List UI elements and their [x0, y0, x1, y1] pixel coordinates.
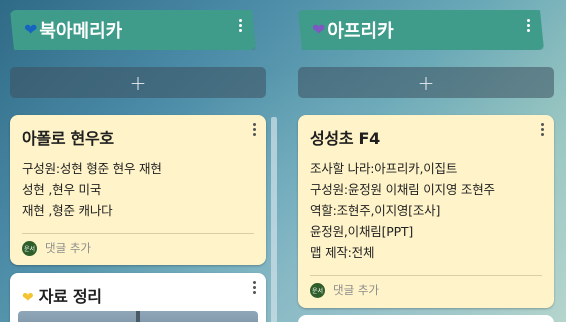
post-body: 구성원:성현 형준 현우 재현 성현 ,현우 미국 재현 ,형준 캐나다 [22, 158, 254, 221]
avatar: 운서 [22, 240, 37, 256]
plus-icon: + [417, 70, 435, 95]
post-line: 역할:조현주,이지영[조사] [310, 203, 441, 218]
post-line: 재현 ,형준 캐나다 [22, 203, 113, 218]
post-menu-icon[interactable] [540, 123, 544, 136]
post-card[interactable]: 아폴로 현우호 구성원:성현 형준 현우 재현 성현 ,현우 미국 재현 ,형준… [10, 115, 266, 265]
post-image[interactable] [18, 311, 258, 322]
post-line: 조사할 나라:아프리카,이집트 [310, 161, 458, 176]
add-post-button[interactable]: + [10, 67, 266, 98]
purple-heart-icon: ❤ [312, 20, 326, 39]
post-line: 윤정원,이채림[PPT] [310, 224, 414, 239]
post-menu-icon[interactable] [252, 281, 256, 294]
yellow-heart-icon: ❤ [22, 290, 34, 306]
column-header[interactable]: ❤ 아프리카 [298, 10, 544, 50]
add-comment-label: 댓글 추가 [333, 283, 379, 297]
post-title: 성성초 F4 [310, 129, 380, 148]
add-post-button[interactable]: + [298, 67, 554, 98]
post-card[interactable]: 성성초 F4 조사할 나라:아프리카,이집트 구성원:윤정원 이채림 이지영 조… [298, 115, 554, 308]
add-comment-label: 댓글 추가 [45, 241, 91, 255]
plus-icon: + [129, 70, 147, 95]
post-line: 구성원:성현 형준 현우 재현 [22, 161, 162, 176]
post-body: 조사할 나라:아프리카,이집트 구성원:윤정원 이채림 이지영 조현주 역할:조… [310, 158, 542, 263]
add-comment-row[interactable]: 운서 댓글 추가 [310, 276, 542, 304]
avatar: 운서 [310, 282, 325, 298]
blue-heart-icon: ❤ [24, 20, 38, 39]
post-card-partial[interactable] [298, 315, 554, 322]
column-menu-icon[interactable] [238, 19, 242, 32]
column-africa: ❤ 아프리카 + [298, 10, 554, 98]
post-card[interactable]: ❤ 자료 정리 [10, 273, 266, 322]
scrollbar[interactable] [271, 117, 277, 322]
column-north-america: ❤ 북아메리카 + [10, 10, 266, 98]
column-title: 아프리카 [327, 21, 394, 42]
post-line: 맵 제작:전체 [310, 245, 375, 260]
post-title: ❤ 자료 정리 [22, 287, 102, 306]
post-menu-icon[interactable] [252, 123, 256, 136]
post-line: 구성원:윤정원 이채림 이지영 조현주 [310, 182, 495, 197]
column-menu-icon[interactable] [526, 19, 530, 32]
add-comment-row[interactable]: 운서 댓글 추가 [22, 234, 254, 262]
column-title: 북아메리카 [39, 21, 123, 42]
post-line: 성현 ,현우 미국 [22, 182, 102, 197]
tower-silhouette [136, 311, 140, 322]
post-title: 아폴로 현우호 [22, 129, 114, 148]
column-header[interactable]: ❤ 북아메리카 [10, 10, 256, 50]
